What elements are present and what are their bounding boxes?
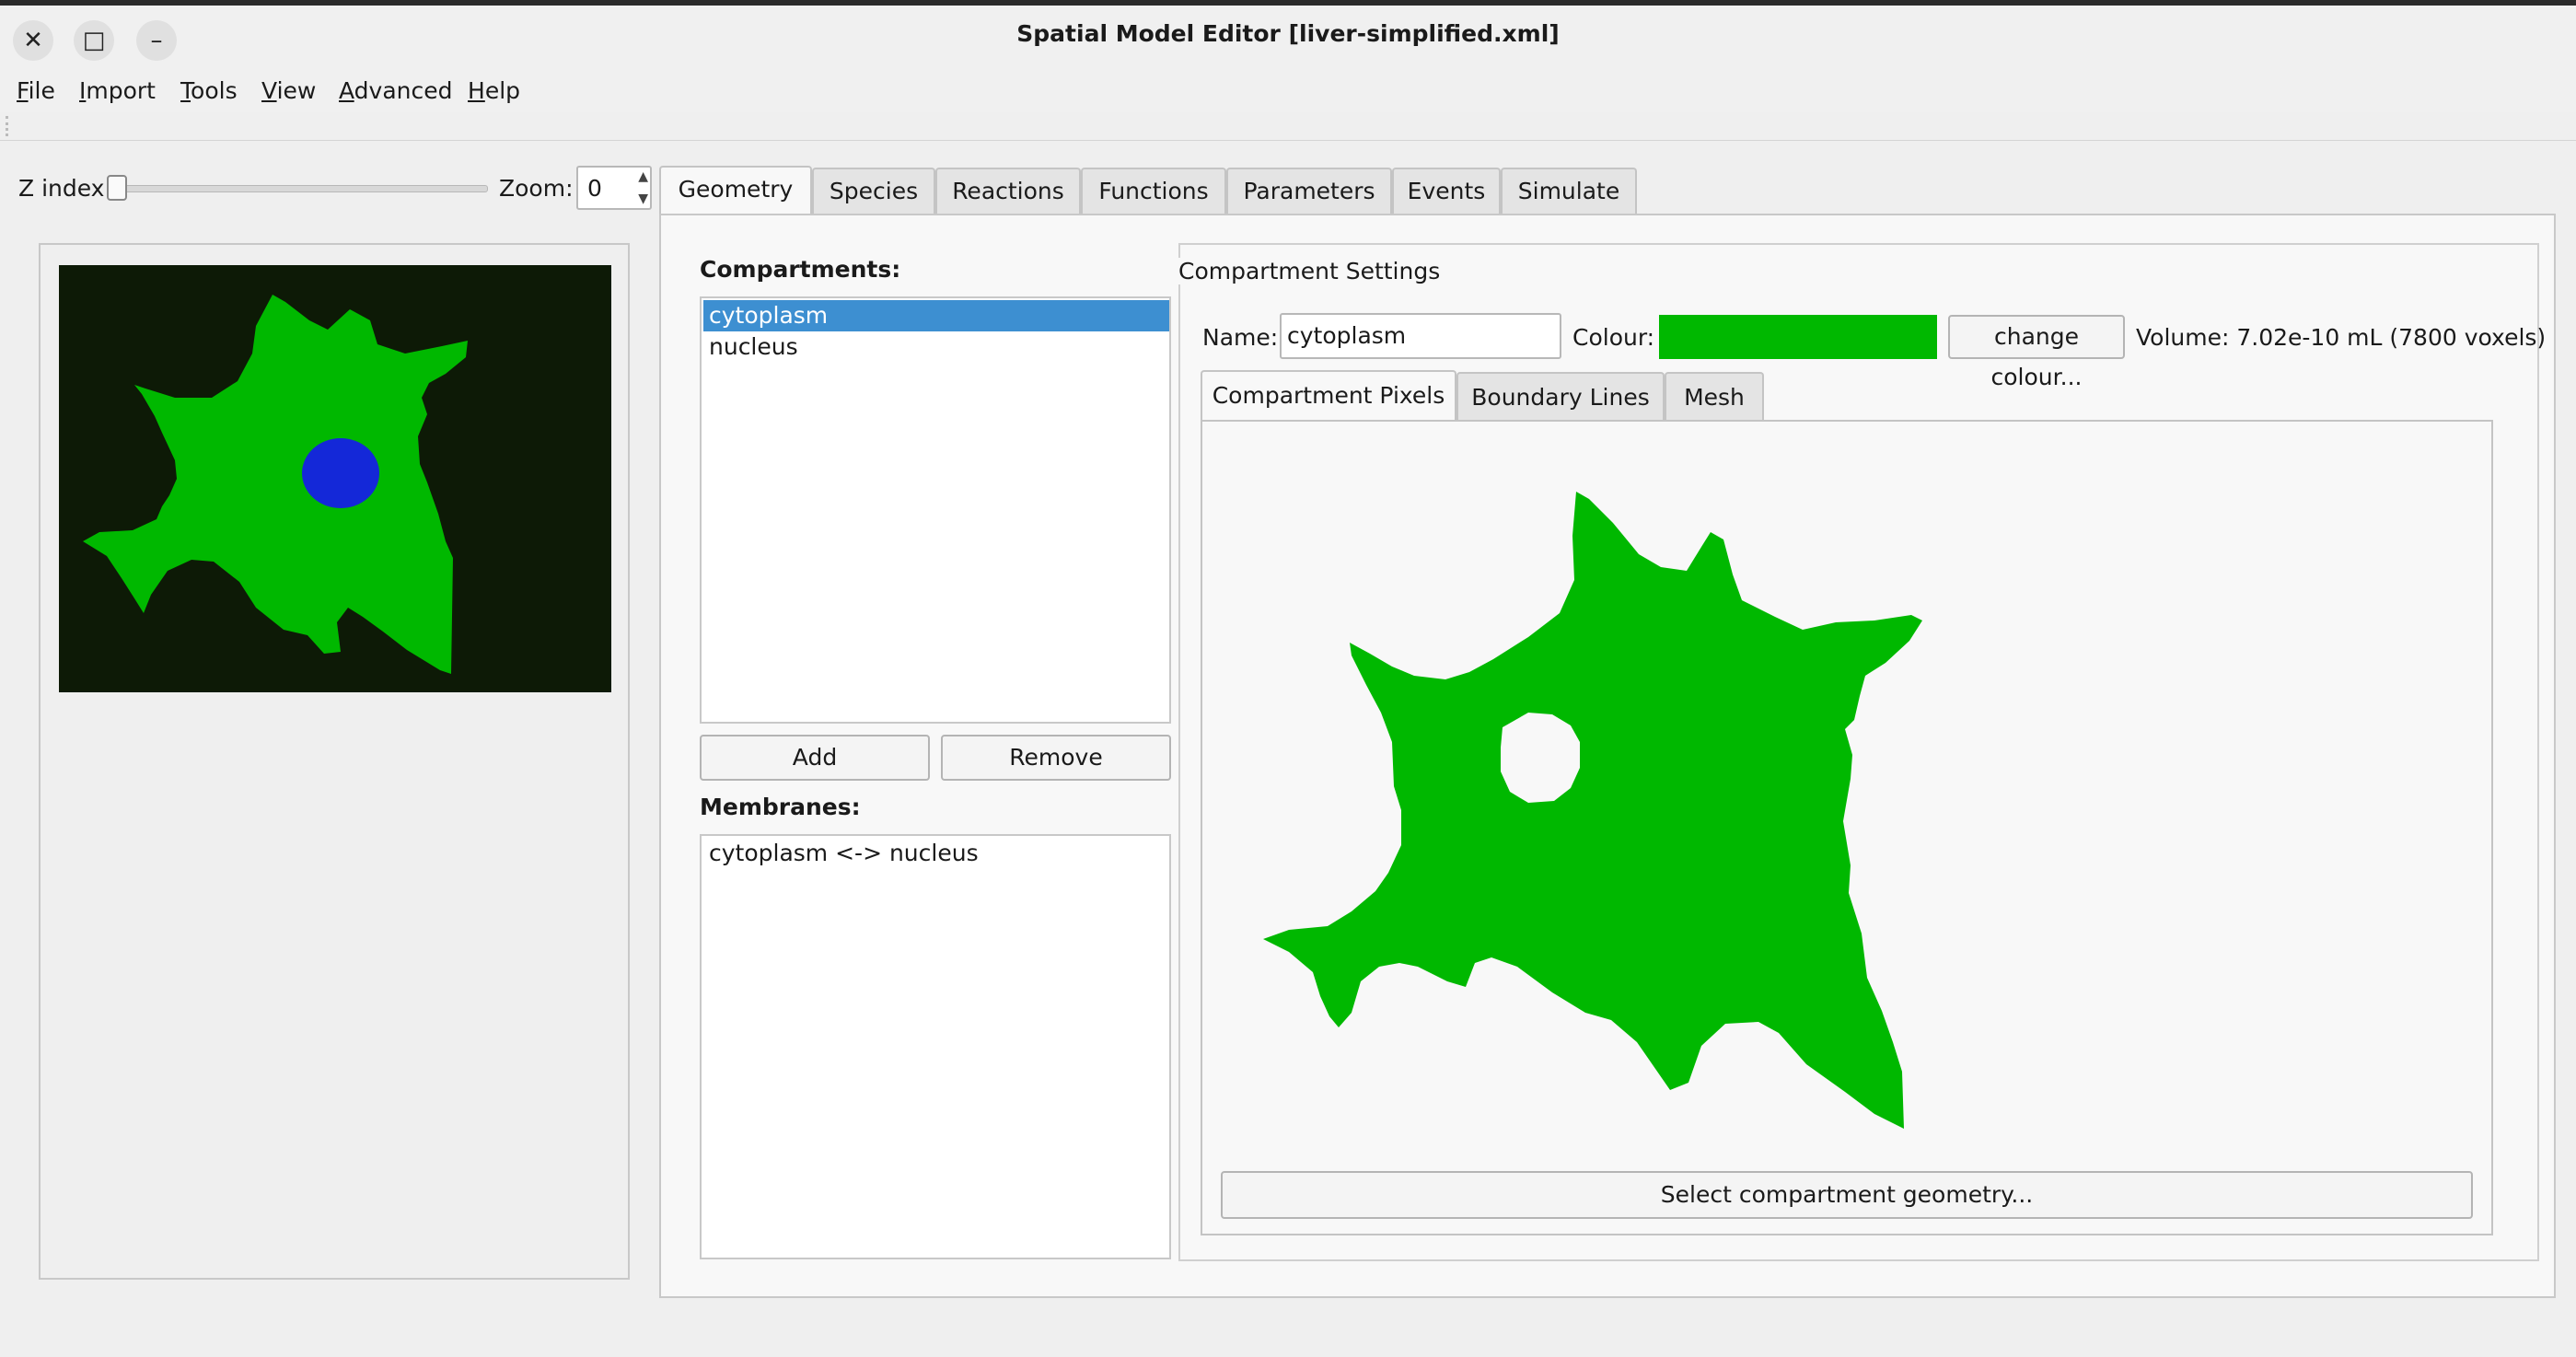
- colour-label: Colour:: [1572, 324, 1655, 351]
- select-geometry-button[interactable]: Select compartment geometry...: [1221, 1171, 2473, 1219]
- volume-text: Volume: 7.02e-10 mL (7800 voxels): [2136, 324, 2547, 351]
- zoom-label: Zoom:: [499, 175, 574, 202]
- menu-help[interactable]: Help: [468, 77, 520, 104]
- tab-simulate[interactable]: Simulate: [1501, 168, 1637, 214]
- menu-file-label: ile: [28, 77, 55, 104]
- menu-help-mnemonic: H: [468, 77, 485, 104]
- menu-view-mnemonic: V: [261, 77, 277, 104]
- spin-down-icon[interactable]: ▼: [638, 191, 648, 206]
- tab-mesh[interactable]: Mesh: [1665, 372, 1764, 420]
- menu-help-label: elp: [484, 77, 521, 104]
- menu-tools-label: ools: [191, 77, 238, 104]
- list-item[interactable]: cytoplasm: [703, 300, 1169, 331]
- tab-reactions[interactable]: Reactions: [935, 168, 1081, 214]
- tab-functions[interactable]: Functions: [1081, 168, 1226, 214]
- nucleus-hole-shape: [1501, 713, 1580, 803]
- menu-import[interactable]: Import: [79, 77, 156, 104]
- menu-view-label: iew: [276, 77, 317, 104]
- zindex-label: Z index: [18, 175, 105, 202]
- membranes-list[interactable]: cytoplasm <-> nucleus: [700, 834, 1171, 1259]
- tab-species[interactable]: Species: [812, 168, 935, 214]
- tab-boundary-lines[interactable]: Boundary Lines: [1456, 372, 1665, 420]
- zoom-value: 0: [587, 175, 602, 202]
- separator: [0, 140, 2576, 141]
- geometry-preview-image[interactable]: [59, 265, 611, 692]
- name-label: Name:: [1202, 324, 1279, 351]
- list-item[interactable]: nucleus: [703, 331, 1169, 363]
- cytoplasm-shape: [1263, 492, 1922, 1129]
- compartment-settings-title: Compartment Settings: [1178, 258, 1446, 284]
- colour-swatch: [1659, 315, 1937, 359]
- compartment-pixels-image[interactable]: [1252, 479, 2007, 1142]
- menu-tools-mnemonic: T: [180, 77, 191, 104]
- tab-events[interactable]: Events: [1392, 168, 1501, 214]
- tab-compartment-pixels[interactable]: Compartment Pixels: [1201, 370, 1456, 422]
- menu-advanced[interactable]: Advanced: [339, 77, 453, 104]
- menu-file[interactable]: File: [17, 77, 55, 104]
- menu-view[interactable]: View: [261, 77, 316, 104]
- compartments-list[interactable]: cytoplasm nucleus: [700, 296, 1171, 724]
- membranes-label: Membranes:: [700, 794, 861, 820]
- change-colour-button[interactable]: change colour...: [1948, 315, 2125, 390]
- spin-up-icon[interactable]: ▲: [638, 169, 648, 184]
- zindex-slider-handle[interactable]: [107, 175, 127, 201]
- menu-import-label: mport: [86, 77, 156, 104]
- menu-tools[interactable]: Tools: [180, 77, 238, 104]
- add-compartment-button[interactable]: Add: [700, 735, 930, 781]
- remove-compartment-button[interactable]: Remove: [941, 735, 1171, 781]
- zoom-spinbox[interactable]: 0 ▲ ▼: [576, 166, 652, 210]
- zindex-slider[interactable]: [110, 185, 488, 192]
- menu-advanced-label: dvanced: [354, 77, 453, 104]
- list-item[interactable]: cytoplasm <-> nucleus: [703, 838, 1169, 869]
- tab-parameters[interactable]: Parameters: [1226, 168, 1392, 214]
- name-field[interactable]: cytoplasm: [1280, 313, 1561, 359]
- toolbar-handle[interactable]: [6, 116, 21, 136]
- menu-file-mnemonic: F: [17, 77, 29, 104]
- menu-advanced-mnemonic: A: [339, 77, 354, 104]
- window-title: Spatial Model Editor [liver-simplified.x…: [1016, 20, 1560, 47]
- tab-geometry[interactable]: Geometry: [659, 166, 812, 215]
- preview-nucleus-shape: [302, 438, 379, 508]
- title-bar: ✕ □ – Spatial Model Editor [liver-simpli…: [0, 6, 2576, 73]
- compartments-label: Compartments:: [700, 256, 901, 283]
- menu-bar: File Import Tools View Advanced Help: [0, 72, 2576, 112]
